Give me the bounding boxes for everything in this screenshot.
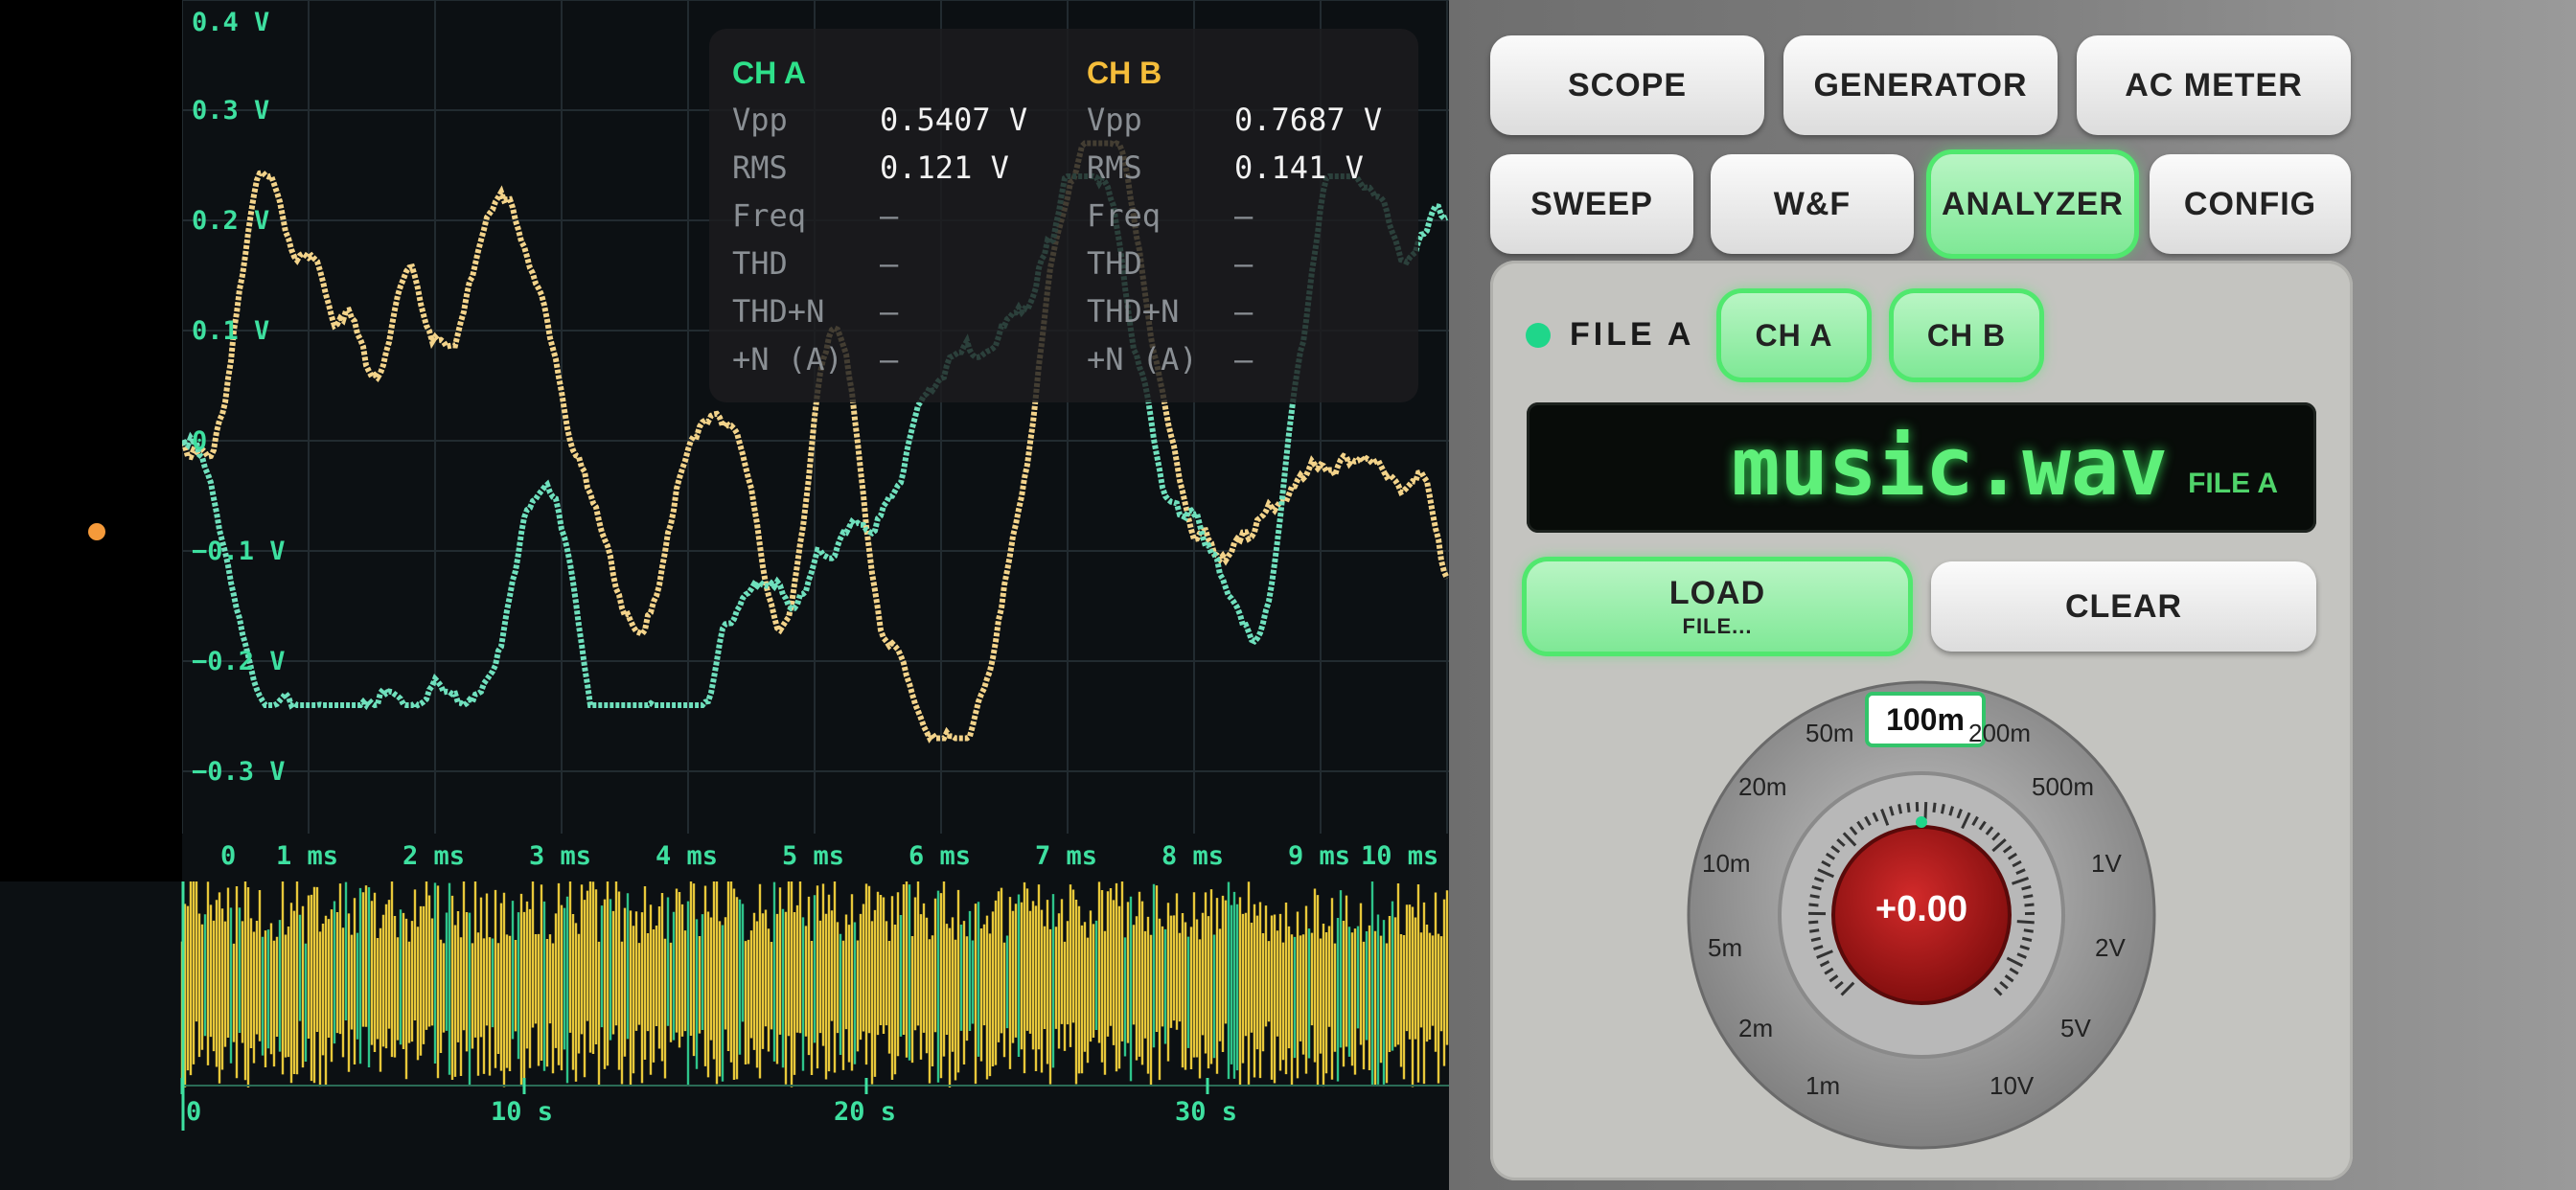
x-label-2: 2 ms <box>402 841 466 871</box>
knob-tick-mark <box>1809 928 1820 933</box>
ch-a-rms-value: 0.121 V <box>880 149 1009 186</box>
x-label-9: 9 ms <box>1288 841 1351 871</box>
ch-a-thd-value: — <box>880 245 899 282</box>
y-label-0.4: 0.4 V <box>192 8 270 37</box>
ch-a-vpp-value: 0.5407 V <box>880 102 1028 138</box>
tab-generator[interactable]: GENERATOR <box>1783 35 2058 135</box>
knob-tick-mark <box>1906 802 1911 812</box>
measurement-panel: CH A Vpp 0.5407 V RMS 0.121 V Freq — THD… <box>709 29 1418 402</box>
knob-tick-mark <box>1809 894 1820 899</box>
tab-config[interactable]: CONFIG <box>2150 154 2351 254</box>
tab-analyzer[interactable]: ANALYZER <box>1931 154 2134 254</box>
ch-a-rms-label: RMS <box>732 149 788 186</box>
knob-tick-mark <box>1923 802 1928 820</box>
knob-tick-10v: 10V <box>1990 1071 2035 1100</box>
knob-tick-1v: 1V <box>2091 849 2122 878</box>
knob-tick-200m: 200m <box>1968 719 2032 747</box>
ch-b-vpp-label: Vpp <box>1087 102 1142 138</box>
ch-a-thdn-value: — <box>880 293 899 330</box>
ch-b-thdn-value: — <box>1234 293 1254 330</box>
knob-tick-mark <box>1808 920 1819 925</box>
knob-tick-50m: 50m <box>1806 719 1854 747</box>
knob-tick-mark <box>2016 920 2035 925</box>
y-label-0.2: 0.2 V <box>192 206 270 236</box>
x-label-0: 0 <box>220 841 237 871</box>
file-status-dot <box>1526 323 1551 348</box>
x-label-3: 3 ms <box>529 841 592 871</box>
overview-label-0: 0 <box>186 1097 202 1127</box>
ch-b-freq-label: Freq <box>1087 197 1162 234</box>
ch-a-button[interactable]: CH A <box>1721 293 1867 378</box>
tab-sweep[interactable]: SWEEP <box>1490 154 1693 254</box>
y-label-0.3: 0.3 V <box>192 96 270 126</box>
ch-b-vpp-value: 0.7687 V <box>1234 102 1383 138</box>
x-label-7: 7 ms <box>1035 841 1098 871</box>
knob-tick-mark <box>2024 903 2035 907</box>
y-label-0.1: 0.1 V <box>192 316 270 346</box>
ch-b-rms-value: 0.141 V <box>1234 149 1364 186</box>
ch-b-thdn-label: THD+N <box>1087 293 1180 330</box>
overview-label-20: 20 s <box>834 1097 897 1127</box>
knob-tick-5v: 5V <box>2060 1014 2091 1042</box>
y-label-m0.2: −0.2 V <box>192 647 286 676</box>
x-label-5: 5 ms <box>782 841 845 871</box>
tab-wf[interactable]: W&F <box>1711 154 1914 254</box>
knob-tick-1m: 1m <box>1806 1071 1841 1100</box>
y-label-m0.3: −0.3 V <box>192 757 286 787</box>
x-label-1: 1 ms <box>276 841 339 871</box>
knob-tick-5m: 5m <box>1708 933 1743 962</box>
knob-tick-mark <box>1898 804 1903 814</box>
x-label-8: 8 ms <box>1162 841 1225 871</box>
ch-a-na-value: — <box>880 341 899 378</box>
file-label: FILE A <box>1570 316 1695 353</box>
ch-b-button[interactable]: CH B <box>1894 293 2039 378</box>
file-display: music.wav FILE A <box>1527 402 2316 533</box>
x-label-4: 4 ms <box>656 841 719 871</box>
knob-tick-mark <box>2023 928 2034 933</box>
ch-b-na-value: — <box>1234 341 1254 378</box>
ch-b-freq-value: — <box>1234 197 1254 234</box>
overview-svg <box>180 881 1449 1131</box>
ch-b-thd-value: — <box>1234 245 1254 282</box>
overview-track[interactable] <box>0 881 1449 1190</box>
y-label-0: 0 <box>192 426 208 456</box>
clear-button[interactable]: CLEAR <box>1931 561 2316 652</box>
knob-tick-20m: 20m <box>1738 772 1787 801</box>
ch-b-na-label: +N (A) <box>1087 341 1198 378</box>
ch-b-rms-label: RMS <box>1087 149 1142 186</box>
knob-tick-2v: 2V <box>2095 933 2126 962</box>
x-label-6: 6 ms <box>908 841 972 871</box>
trigger-marker[interactable] <box>88 523 105 540</box>
ch-a-freq-value: — <box>880 197 899 234</box>
knob-tick-10m: 10m <box>1702 849 1751 878</box>
ch-a-vpp-label: Vpp <box>732 102 788 138</box>
x-label-10: 10 ms <box>1361 841 1439 871</box>
ch-a-freq-label: Freq <box>732 197 807 234</box>
knob-tick-500m: 500m <box>2032 772 2095 801</box>
y-label-m0.1: −0.1 V <box>192 537 286 566</box>
knob-tick-mark <box>2023 894 2034 899</box>
ch-b-title: CH B <box>1087 56 1162 90</box>
knob-tick-mark <box>1940 804 1945 814</box>
ch-b-thd-label: THD <box>1087 245 1142 282</box>
tab-ac-meter[interactable]: AC METER <box>2077 35 2351 135</box>
knob-value: +0.00 <box>1874 889 1968 929</box>
ch-a-thd-label: THD <box>732 245 788 282</box>
load-sublabel: FILE... <box>1682 613 1753 638</box>
ch-a-thdn-label: THD+N <box>732 293 825 330</box>
overview-label-10: 10 s <box>491 1097 554 1127</box>
knob-tick-2m: 2m <box>1738 1014 1774 1042</box>
file-name: music.wav <box>1731 420 2168 514</box>
ch-a-title: CH A <box>732 56 807 90</box>
scope-area: 0.4 V 0.3 V 0.2 V 0.1 V 0 −0.1 V −0.2 V … <box>0 0 1449 1190</box>
knob-tick-mark <box>1932 802 1937 812</box>
overview-label-30: 30 s <box>1175 1097 1238 1127</box>
load-file-button[interactable]: LOAD FILE... <box>1527 561 1908 652</box>
ch-a-na-label: +N (A) <box>732 341 843 378</box>
tab-scope[interactable]: SCOPE <box>1490 35 1764 135</box>
knob-tick-mark <box>1808 903 1819 907</box>
load-label: LOAD <box>1668 574 1766 611</box>
file-display-tag: FILE A <box>2188 468 2278 499</box>
